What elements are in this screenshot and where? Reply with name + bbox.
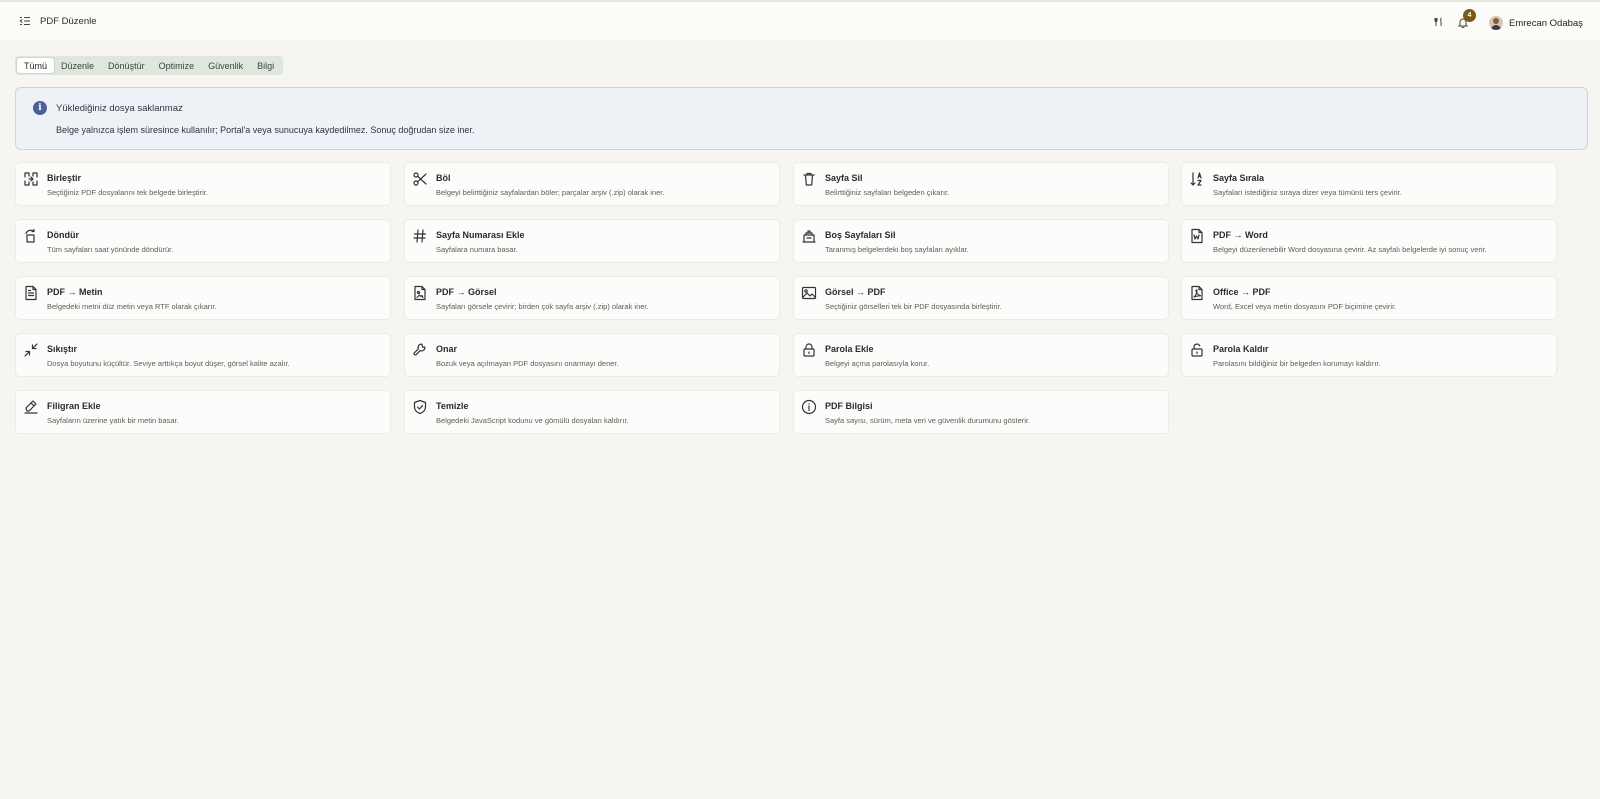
merge-icon: [23, 171, 39, 187]
tool-description: Belgedeki JavaScript kodunu ve gömülü do…: [436, 416, 629, 425]
tool-card[interactable]: PDF → Word Belgeyi düzenlenebilir Word do…: [1181, 219, 1557, 263]
info-text: Belge yalnızca işlem süresince kullanılı…: [56, 125, 475, 135]
tool-title: Parola Ekle: [825, 344, 874, 354]
tool-description: Sayfaların üzerine yatık bir metin basar…: [47, 416, 179, 425]
tool-description: Word, Excel veya metin dosyasını PDF biç…: [1213, 302, 1397, 311]
trash-icon: [801, 171, 817, 187]
tool-title: Parola Kaldır: [1213, 344, 1269, 354]
tool-card[interactable]: Sayfa Sil Belirttiğiniz sayfaları belgede…: [793, 162, 1169, 206]
image-icon: [801, 285, 817, 301]
tool-card[interactable]: Sıkıştır Dosya boyutunu küçültür. Seviye …: [15, 333, 391, 377]
wrench-icon: [412, 342, 428, 358]
tab-security[interactable]: Güvenlik: [201, 58, 250, 73]
unlock-icon: [1189, 342, 1205, 358]
tool-title: Döndür: [47, 230, 79, 240]
tool-description: Parolasını bildiğiniz bir belgeden korum…: [1213, 359, 1381, 368]
tool-card[interactable]: Sayfa Numarası Ekle Sayfalara numara basa…: [404, 219, 780, 263]
compress-icon: [23, 342, 39, 358]
tool-description: Belgeyi belirttiğiniz sayfalardan böler;…: [436, 188, 665, 197]
user-name: Emrecan Odabaş: [1509, 17, 1583, 29]
tool-description: Tüm sayfaları saat yönünde döndürür.: [47, 245, 174, 254]
shield-check-icon: [412, 399, 428, 415]
tool-card[interactable]: Parola Ekle Belgeyi açma parolasıyla koru…: [793, 333, 1169, 377]
tool-card[interactable]: Sayfa Sırala Sayfaları istediğiniz sıraya…: [1181, 162, 1557, 206]
tool-card[interactable]: Görsel → PDF Seçtiğiniz görselleri tek bi…: [793, 276, 1169, 320]
tool-title: Boş Sayfaları Sil: [825, 230, 896, 240]
word-file-icon: [1189, 228, 1205, 244]
tool-card[interactable]: Filigran Ekle Sayfaların üzerine yatık bi…: [15, 390, 391, 434]
tool-description: Belgeyi düzenlenebilir Word dosyasına çe…: [1213, 245, 1487, 254]
tool-description: Dosya boyutunu küçültür. Seviye arttıkça…: [47, 359, 290, 368]
hash-icon: [412, 228, 428, 244]
tool-description: Belirttiğiniz sayfaları belgeden çıkarır…: [825, 188, 950, 197]
tool-title: Görsel → PDF: [825, 287, 886, 297]
tool-title: PDF → Metin: [47, 287, 103, 297]
tab-optimize[interactable]: Optimize: [152, 58, 202, 73]
tool-card[interactable]: Onar Bozuk veya açılmayan PDF dosyasını o…: [404, 333, 780, 377]
image-file-icon: [412, 285, 428, 301]
tool-title: Böl: [436, 173, 451, 183]
tool-title: Sayfa Numarası Ekle: [436, 230, 525, 240]
tool-title: PDF → Görsel: [436, 287, 497, 297]
tool-card[interactable]: PDF → Görsel Sayfaları görsele çevirir; b…: [404, 276, 780, 320]
tool-card[interactable]: Parola Kaldır Parolasını bildiğiniz bir b…: [1181, 333, 1557, 377]
tool-title: Onar: [436, 344, 458, 354]
tab-convert[interactable]: Dönüştür: [101, 58, 152, 73]
info-banner: i Yüklediğiniz dosya saklanmaz Belge yal…: [15, 87, 1588, 150]
rotate-icon: [23, 228, 39, 244]
tab-edit[interactable]: Düzenle: [54, 58, 101, 73]
tool-card[interactable]: Boş Sayfaları Sil Taranmış belgelerdeki b…: [793, 219, 1169, 263]
utensils-icon[interactable]: [1431, 14, 1447, 30]
tool-card[interactable]: PDF → Metin Belgedeki metni düz metin vey…: [15, 276, 391, 320]
tool-description: Sayfalara numara basar.: [436, 245, 518, 254]
menu-collapse-icon[interactable]: [18, 14, 32, 28]
tool-description: Sayfa sayısı, sürüm, meta veri ve güvenl…: [825, 416, 1031, 425]
info-circle-icon: [801, 399, 817, 415]
sort-az-icon: [1189, 171, 1205, 187]
tab-info[interactable]: Bilgi: [250, 58, 281, 73]
tool-title: Sayfa Sil: [825, 173, 863, 183]
tool-card[interactable]: Döndür Tüm sayfaları saat yönünde döndürü…: [15, 219, 391, 263]
tool-description: Belgedeki metni düz metin veya RTF olara…: [47, 302, 217, 311]
avatar: [1489, 16, 1503, 30]
tool-title: Sayfa Sırala: [1213, 173, 1265, 183]
tool-description: Taranmış belgelerdeki boş sayfaları ayık…: [825, 245, 969, 254]
tool-description: Sayfaları görsele çevirir; birden çok sa…: [436, 302, 649, 311]
text-file-icon: [23, 285, 39, 301]
top-bar: PDF Düzenle 4 Emrecan Odabaş: [0, 0, 1600, 40]
tool-card[interactable]: Temizle Belgedeki JavaScript kodunu ve gö…: [404, 390, 780, 434]
info-icon: i: [33, 101, 47, 115]
category-tabs: Tümü Düzenle Dönüştür Optimize Güvenlik …: [15, 56, 284, 75]
user-menu[interactable]: Emrecan Odabaş: [1489, 15, 1583, 31]
lock-icon: [801, 342, 817, 358]
eraser-icon: [801, 228, 817, 244]
tool-card[interactable]: PDF Bilgisi Sayfa sayısı, sürüm, meta ver…: [793, 390, 1169, 434]
tool-title: PDF Bilgisi: [825, 401, 873, 411]
tool-card[interactable]: Office → PDF Word, Excel veya metin dosya…: [1181, 276, 1557, 320]
stamp-icon: [23, 399, 39, 415]
tool-title: PDF → Word: [1213, 230, 1268, 240]
tool-description: Bozuk veya açılmayan PDF dosyasını onarm…: [436, 359, 619, 368]
info-title: Yüklediğiniz dosya saklanmaz: [56, 103, 183, 114]
tool-title: Birleştir: [47, 173, 82, 183]
tool-description: Seçtiğiniz görselleri tek bir PDF dosyas…: [825, 302, 1002, 311]
tool-description: Belgeyi açma parolasıyla korur.: [825, 359, 930, 368]
page-title: PDF Düzenle: [40, 16, 97, 27]
tool-title: Temizle: [436, 401, 469, 411]
tool-card[interactable]: Birleştir Seçtiğiniz PDF dosyalarını tek …: [15, 162, 391, 206]
notification-badge: 4: [1463, 9, 1476, 22]
pdf-file-icon: [1189, 285, 1205, 301]
tool-title: Filigran Ekle: [47, 401, 101, 411]
tool-description: Seçtiğiniz PDF dosyalarını tek belgede b…: [47, 188, 208, 197]
tool-description: Sayfaları istediğiniz sıraya dizer veya …: [1213, 188, 1402, 197]
tool-card[interactable]: Böl Belgeyi belirttiğiniz sayfalardan böl…: [404, 162, 780, 206]
tab-all[interactable]: Tümü: [17, 58, 55, 73]
tool-title: Sıkıştır: [47, 344, 78, 354]
scissors-icon: [412, 171, 428, 187]
tool-title: Office → PDF: [1213, 287, 1271, 297]
